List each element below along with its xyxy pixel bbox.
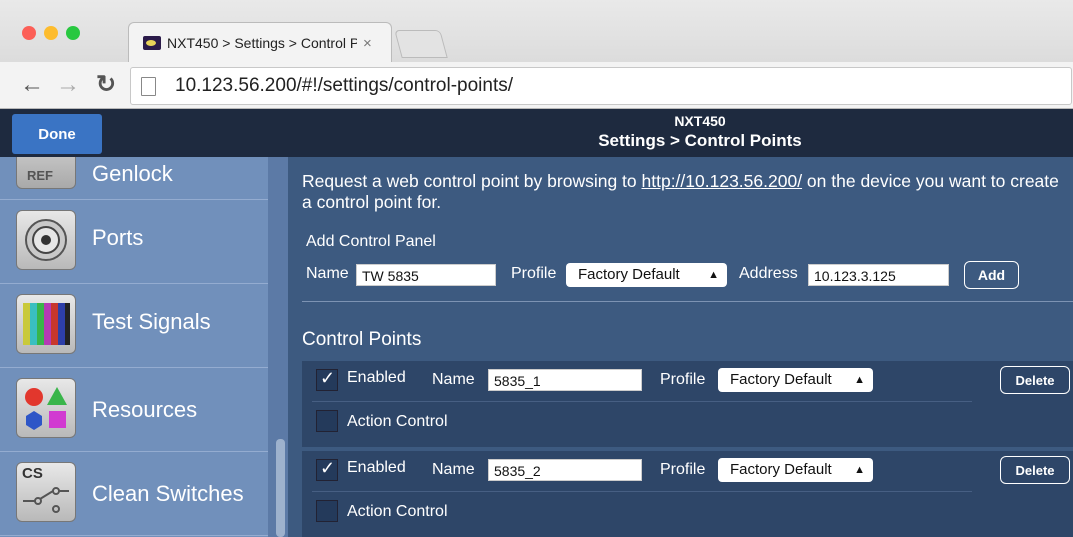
enabled-checkbox[interactable]	[316, 368, 338, 391]
select-arrows-icon: ▲	[854, 374, 865, 386]
clean-switch-icon: CS	[16, 462, 76, 522]
section-divider	[302, 301, 1073, 302]
add-address-label: Address	[739, 265, 798, 282]
profile-label: Profile	[660, 371, 706, 388]
action-control-label: Action Control	[347, 503, 448, 520]
request-text: Request a web control point by browsing …	[302, 171, 642, 191]
close-window-button[interactable]	[22, 26, 36, 40]
name-input[interactable]: 5835_1	[488, 369, 642, 391]
section-title: Settings > Control Points	[598, 131, 802, 150]
select-arrows-icon: ▲	[708, 269, 719, 281]
row-divider	[312, 491, 972, 492]
select-arrows-icon: ▲	[854, 464, 865, 476]
new-tab-button[interactable]	[394, 30, 448, 58]
profile-value: Factory Default	[730, 461, 832, 478]
add-profile-label: Profile	[511, 265, 557, 282]
enabled-label: Enabled	[347, 459, 406, 476]
add-button[interactable]: Add	[964, 261, 1019, 289]
add-address-input[interactable]: 10.123.3.125	[808, 264, 949, 286]
minimize-window-button[interactable]	[44, 26, 58, 40]
add-name-label: Name	[306, 265, 349, 282]
profile-label: Profile	[660, 461, 706, 478]
profile-select[interactable]: Factory Default ▲	[718, 458, 873, 482]
url-field[interactable]: 10.123.56.200/#!/settings/control-points…	[130, 67, 1072, 105]
delete-button[interactable]: Delete	[1000, 366, 1070, 394]
port-connector-icon	[16, 210, 76, 270]
sidebar-item-label: Test Signals	[92, 309, 211, 334]
done-button[interactable]: Done	[12, 114, 102, 154]
sidebar-item-ports[interactable]: Ports	[0, 199, 268, 284]
profile-select[interactable]: Factory Default ▲	[718, 368, 873, 392]
top-nav: Done NXT450 Settings > Control Points	[0, 109, 1073, 157]
sidebar-item-resources[interactable]: Resources	[0, 367, 268, 452]
page-icon	[141, 77, 156, 96]
delete-button[interactable]: Delete	[1000, 456, 1070, 484]
reload-icon[interactable]: ↻	[96, 71, 116, 99]
add-name-input[interactable]: TW 5835	[356, 264, 496, 286]
page-title: NXT450 Settings > Control Points	[560, 113, 840, 151]
name-input[interactable]: 5835_2	[488, 459, 642, 481]
browser-tab[interactable]: NXT450 > Settings > Control Points ×	[128, 22, 392, 63]
url-text: 10.123.56.200/#!/settings/control-points…	[175, 75, 514, 96]
row-divider	[312, 401, 972, 402]
device-name: NXT450	[674, 113, 726, 129]
action-control-checkbox[interactable]	[316, 500, 338, 522]
name-label: Name	[432, 461, 475, 478]
enabled-checkbox[interactable]	[316, 458, 338, 481]
device-link[interactable]: http://10.123.56.200/	[642, 171, 803, 191]
forward-arrow-icon[interactable]: →	[56, 71, 80, 99]
genlock-ref-icon: REF	[16, 157, 76, 189]
control-points-heading: Control Points	[302, 329, 422, 350]
action-control-label: Action Control	[347, 413, 448, 430]
sidebar: REF Genlock Ports Test Signals Resources…	[0, 157, 268, 537]
profile-value: Factory Default	[730, 371, 832, 388]
color-bars-icon	[16, 294, 76, 354]
add-profile-select[interactable]: Factory Default ▲	[566, 263, 727, 287]
browser-tab-bar: NXT450 > Settings > Control Points ×	[0, 0, 1073, 63]
sidebar-item-label: Resources	[92, 397, 198, 422]
sidebar-item-test-signals[interactable]: Test Signals	[0, 283, 268, 368]
zoom-window-button[interactable]	[66, 26, 80, 40]
sidebar-item-genlock[interactable]: REF Genlock	[0, 157, 268, 200]
back-arrow-icon[interactable]: ←	[20, 71, 44, 99]
app: Done NXT450 Settings > Control Points RE…	[0, 109, 1073, 537]
shapes-icon	[16, 378, 76, 438]
tab-title: NXT450 > Settings > Control Points	[167, 35, 357, 51]
enabled-label: Enabled	[347, 369, 406, 386]
control-point-row: Enabled Name 5835_1 Profile Factory Defa…	[302, 361, 1073, 447]
favicon-icon	[143, 36, 161, 50]
control-point-row: Enabled Name 5835_2 Profile Factory Defa…	[302, 451, 1073, 537]
sidebar-item-label: Ports	[92, 225, 144, 250]
main-content: Request a web control point by browsing …	[290, 157, 1073, 537]
name-label: Name	[432, 371, 475, 388]
ref-badge: REF	[27, 168, 53, 183]
add-profile-value: Factory Default	[578, 266, 680, 283]
sidebar-item-label: Clean Switches	[92, 481, 244, 506]
request-instructions: Request a web control point by browsing …	[302, 171, 1062, 213]
tab-close-icon[interactable]: ×	[363, 35, 372, 52]
sidebar-item-label: Genlock	[92, 161, 173, 186]
action-control-checkbox[interactable]	[316, 410, 338, 432]
sidebar-scroll-thumb[interactable]	[276, 439, 285, 537]
sidebar-item-clean-switches[interactable]: CS Clean Switches	[0, 451, 268, 536]
add-panel-heading: Add Control Panel	[306, 233, 436, 250]
